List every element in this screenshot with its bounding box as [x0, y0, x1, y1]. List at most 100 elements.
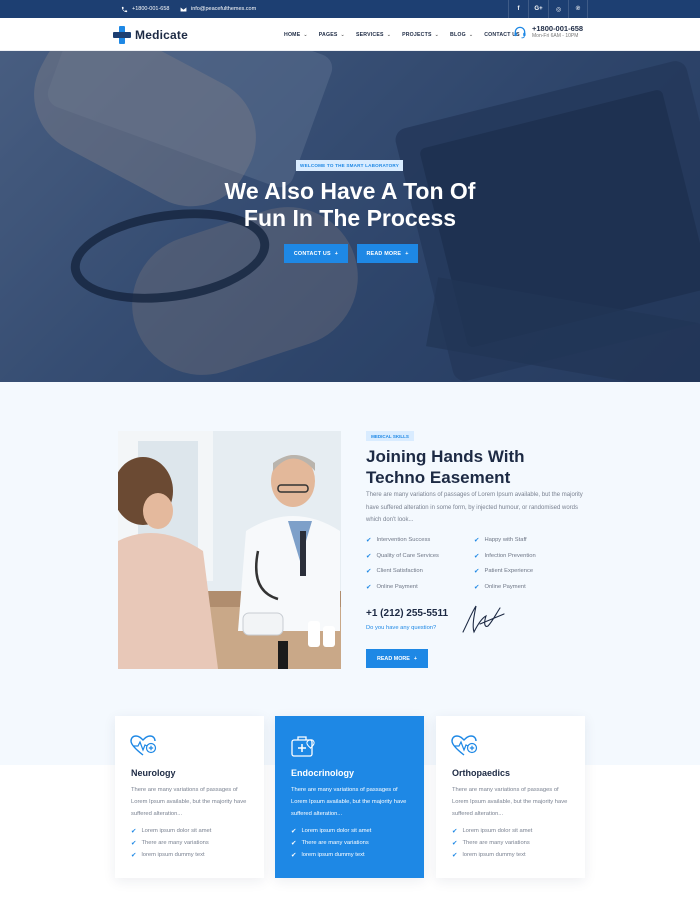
list-item: ✔ There are many variations	[131, 837, 211, 849]
nav-pages-label: PAGES	[318, 31, 338, 38]
facebook-icon[interactable]: f	[508, 0, 528, 18]
check-icon: ✔	[452, 828, 458, 835]
service-title: Endocrinology	[291, 768, 354, 778]
check-icon: ✔	[131, 828, 137, 835]
check-icon: ✔	[366, 583, 372, 591]
service-description: There are many variations of passages of…	[291, 787, 407, 817]
service-feature-list: ✔ Lorem ipsum dolor sit amet ✔ There are m…	[291, 825, 371, 861]
nav-pages[interactable]: PAGES ⌄	[319, 32, 345, 38]
hero-badge: WELCOME TO THE SMART LABORATORY	[296, 160, 403, 171]
feature-checklist: ✔ Intervention Success ✔ Happy with Staff …	[366, 535, 586, 592]
service-card-endocrinology[interactable]: Endocrinology There are many variations …	[275, 716, 424, 878]
check-icon: ✔	[452, 852, 458, 859]
google-plus-icon[interactable]: G+	[528, 0, 548, 18]
check-icon: ✔	[131, 840, 137, 847]
heart-rate-icon	[451, 735, 478, 756]
list-item-label: There are many variations	[301, 840, 369, 846]
heart-rate-icon	[130, 735, 157, 756]
checklist-item: ✔ Online Payment	[474, 582, 582, 592]
topbar-phone-text: +1800-001-658	[132, 6, 170, 12]
pinterest-icon[interactable]: ℗	[568, 0, 588, 18]
list-item-label: There are many variations	[462, 840, 530, 846]
question-link[interactable]: Do you have any question?	[366, 625, 436, 631]
checklist-item: ✔ Online Payment	[366, 582, 474, 592]
contact-us-label: CONTACT US	[293, 250, 331, 257]
hero-title-line2: Fun In The Process	[243, 205, 457, 231]
nav-home[interactable]: HOME ⌄	[284, 32, 308, 38]
chevron-down-icon: ⌄	[468, 31, 474, 38]
logo[interactable]: Medicate	[113, 26, 188, 44]
medical-skills-badge: MEDICAL SKILLS	[366, 431, 414, 441]
main-header: Medicate HOME ⌄ PAGES ⌄ SERVICES ⌄ PROJECTS…	[0, 18, 700, 51]
signature-image	[462, 605, 505, 634]
check-icon: ✔	[366, 552, 372, 560]
list-item: ✔ Lorem ipsum dolor sit amet	[291, 825, 371, 837]
list-item: ✔ lorem ipsum dummy text	[131, 849, 211, 861]
header-hours: Mon-Fri 6AM - 10PM	[532, 33, 579, 39]
contact-us-button[interactable]: CONTACT US +	[284, 244, 348, 263]
list-item-label: Lorem ipsum dolor sit amet	[462, 828, 533, 834]
service-feature-list: ✔ Lorem ipsum dolor sit amet ✔ There are m…	[131, 825, 211, 861]
chevron-down-icon: ⌄	[434, 31, 440, 38]
read-more-button[interactable]: READ MORE +	[357, 244, 418, 263]
checklist-label: Online Payment	[484, 583, 526, 590]
checklist-item: ✔ Client Satisfaction	[366, 566, 474, 576]
chevron-down-icon: ⌄	[303, 31, 308, 38]
list-item-label: lorem ipsum dummy text	[141, 852, 205, 858]
nav-services[interactable]: SERVICES ⌄	[356, 32, 391, 38]
about-read-more-button[interactable]: READ MORE +	[366, 649, 428, 668]
topbar-email[interactable]: info@peacefulthemes.com	[180, 0, 256, 18]
top-bar: +1800-001-658 info@peacefulthemes.com f …	[0, 0, 700, 18]
instagram-icon[interactable]: ◎	[548, 0, 568, 18]
header-phone[interactable]: +1800-001-658 Mon-Fri 6AM - 10PM	[513, 24, 583, 40]
checklist-item: ✔ Infection Prevention	[474, 551, 582, 561]
service-description: There are many variations of passages of…	[452, 787, 568, 817]
check-icon: ✔	[291, 852, 297, 859]
cross-logo-icon	[113, 26, 131, 44]
list-item-label: Lorem ipsum dolor sit amet	[301, 828, 372, 834]
nav-projects[interactable]: PROJECTS ⌄	[402, 32, 439, 38]
service-description: There are many variations of passages of…	[131, 787, 247, 817]
about-read-more-label: READ MORE	[376, 655, 410, 662]
list-item: ✔ Lorem ipsum dolor sit amet	[131, 825, 211, 837]
about-title-line2: Techno Easement	[366, 468, 511, 487]
list-item-label: lorem ipsum dummy text	[301, 852, 365, 858]
plus-icon: +	[405, 250, 409, 257]
list-item-label: There are many variations	[141, 840, 209, 846]
checklist-item: ✔ Patient Experience	[474, 566, 582, 576]
main-nav: HOME ⌄ PAGES ⌄ SERVICES ⌄ PROJECTS ⌄ BLOG ⌄ C…	[284, 18, 520, 51]
check-icon: ✔	[474, 583, 480, 591]
nav-blog-label: BLOG	[450, 31, 466, 38]
list-item: ✔ There are many variations	[452, 837, 532, 849]
about-title-line1: Joining Hands With	[366, 447, 525, 466]
checklist-label: Infection Prevention	[484, 552, 536, 559]
headset-icon	[514, 26, 526, 39]
topbar-email-text: info@peacefulthemes.com	[191, 6, 257, 12]
checklist-label: Online Payment	[376, 583, 418, 590]
list-item: ✔ lorem ipsum dummy text	[452, 849, 532, 861]
list-item: ✔ There are many variations	[291, 837, 371, 849]
doctor-consultation-image	[118, 431, 341, 669]
list-item: ✔ lorem ipsum dummy text	[291, 849, 371, 861]
plus-icon: +	[413, 655, 418, 662]
service-card-orthopaedics[interactable]: Orthopaedics There are many variations o…	[436, 716, 585, 878]
check-icon: ✔	[474, 568, 480, 575]
check-icon: ✔	[366, 568, 372, 575]
check-icon: ✔	[474, 537, 480, 544]
service-card-neurology[interactable]: Neurology There are many variations of p…	[115, 716, 264, 878]
check-icon: ✔	[452, 840, 458, 847]
checklist-label: Client Satisfaction	[376, 568, 423, 574]
about-phone[interactable]: +1 (212) 255-5511	[366, 608, 448, 619]
checklist-label: Quality of Care Services	[376, 552, 439, 559]
checklist-item: ✔ Quality of Care Services	[366, 551, 474, 561]
nav-blog[interactable]: BLOG ⌄	[450, 32, 473, 38]
checklist-item: ✔ Happy with Staff	[474, 535, 582, 545]
checklist-label: Intervention Success	[376, 537, 431, 543]
topbar-phone[interactable]: +1800-001-658	[121, 0, 169, 18]
header-phone-number: +1800-001-658	[532, 24, 584, 33]
plus-icon: +	[334, 250, 339, 257]
list-item-label: lorem ipsum dummy text	[462, 852, 526, 858]
about-title: Joining Hands With Techno Easement	[366, 446, 596, 488]
list-item: ✔ Lorem ipsum dolor sit amet	[452, 825, 532, 837]
social-links: f G+ ◎ ℗	[508, 0, 588, 18]
